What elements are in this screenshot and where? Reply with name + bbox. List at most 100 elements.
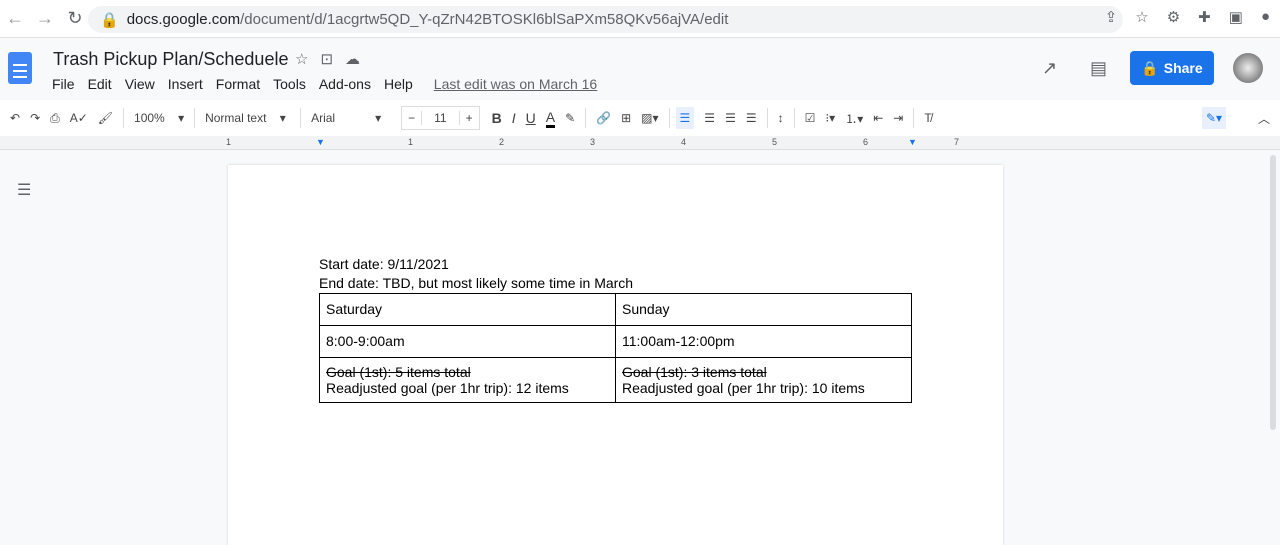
zoom-value: 100% (134, 111, 165, 125)
reload-icon[interactable]: ↻ (60, 8, 90, 29)
forward-icon[interactable]: → (30, 8, 60, 29)
print-icon[interactable]: ⎙ (50, 111, 60, 126)
readjusted-goal: Readjusted goal (per 1hr trip): 10 items (622, 380, 865, 396)
url-domain: docs.google.com (126, 11, 241, 28)
schedule-table: Saturday Sunday 8:00-9:00am 11:00am-12:00p… (319, 293, 912, 403)
last-edit-link[interactable]: Last edit was on March 16 (434, 76, 597, 92)
url-path: /document/d/1acgrtw5QD_Y-qZrN42BTOSKl6bl… (240, 11, 729, 28)
lock-icon: 🔒 (100, 11, 119, 29)
ruler-tick: 1 (226, 137, 232, 147)
numbered-list-icon[interactable]: ⒈▾ (845, 110, 863, 127)
docs-logo[interactable] (8, 52, 32, 84)
bold-icon[interactable]: B (492, 110, 502, 126)
ruler[interactable]: 1 ▼ 1 2 3 4 5 6 ▼ 7 (0, 136, 1280, 150)
menu-format[interactable]: Format (216, 76, 260, 92)
menu-edit[interactable]: Edit (88, 76, 112, 92)
move-folder-icon[interactable]: ⊡ (320, 50, 333, 68)
browser-bar: ← → ↻ 🔒 docs.google.com/document/d/1acgr… (0, 0, 1280, 38)
font-value: Arial (311, 111, 336, 125)
table-cell[interactable]: Goal (1st): 3 items total Readjusted goal… (615, 357, 912, 403)
ruler-tick: 7 (954, 137, 960, 147)
original-goal: Goal (1st): 5 items total (326, 364, 471, 380)
table-row: 8:00-9:00am 11:00am-12:00pm (319, 325, 912, 358)
image-icon[interactable]: ▨▾ (641, 111, 658, 125)
cloud-status-icon[interactable]: ☁ (345, 50, 360, 68)
font-size-input[interactable]: 11 (421, 111, 460, 125)
table-cell[interactable]: Goal (1st): 5 items total Readjusted goal… (319, 357, 616, 403)
underline-icon[interactable]: U (526, 110, 536, 126)
ruler-tick: 2 (499, 137, 505, 147)
original-goal: Goal (1st): 3 items total (622, 364, 767, 380)
table-row: Goal (1st): 5 items total Readjusted goal… (319, 357, 912, 403)
doc-title[interactable]: Trash Pickup Plan/Scheduele (53, 49, 288, 70)
increase-size-button[interactable]: + (460, 111, 479, 125)
decrease-indent-icon[interactable]: ⇤ (873, 111, 883, 125)
undo-icon[interactable]: ↶ (10, 111, 20, 125)
right-indent-icon[interactable]: ▼ (908, 137, 917, 147)
document-page[interactable]: Start date: 9/11/2021 End date: TBD, but… (228, 165, 1003, 545)
activity-icon[interactable]: ↗ (1042, 58, 1057, 79)
menu-help[interactable]: Help (384, 76, 413, 92)
justify-icon[interactable]: ☰ (746, 111, 757, 125)
menu-bar: File Edit View Insert Format Tools Add-o… (52, 76, 597, 92)
comment-icon[interactable]: ⊞ (621, 111, 631, 125)
bookmark-star-icon[interactable]: ☆ (1135, 8, 1148, 26)
line-spacing-icon[interactable]: ↕ (778, 111, 784, 125)
menu-insert[interactable]: Insert (168, 76, 203, 92)
table-cell[interactable]: 8:00-9:00am (319, 325, 616, 358)
ruler-tick: 5 (772, 137, 778, 147)
menu-file[interactable]: File (52, 76, 75, 92)
lock-icon: 🔒 (1141, 59, 1159, 76)
increase-indent-icon[interactable]: ⇥ (893, 111, 903, 125)
redo-icon[interactable]: ↷ (30, 111, 40, 125)
ruler-tick: 4 (681, 137, 687, 147)
paint-format-icon[interactable]: 🖌 (98, 111, 113, 125)
link-icon[interactable]: 🔗 (596, 111, 611, 125)
start-date: Start date: 9/11/2021 (319, 256, 449, 272)
editing-mode-icon[interactable]: ✎▾ (1202, 107, 1227, 129)
share-label: Share (1163, 60, 1203, 76)
table-cell[interactable]: Saturday (319, 293, 616, 326)
back-icon[interactable]: ← (0, 8, 30, 29)
share-page-icon[interactable]: ⇪ (1105, 8, 1118, 26)
table-row: Saturday Sunday (319, 293, 912, 326)
bullet-list-icon[interactable]: ⁝▾ (825, 111, 835, 125)
table-cell[interactable]: Sunday (615, 293, 912, 326)
align-right-icon[interactable]: ☰ (725, 111, 736, 125)
spellcheck-icon[interactable]: A✓ (70, 111, 88, 125)
share-button[interactable]: 🔒 Share (1130, 51, 1214, 85)
puzzle-icon[interactable]: ✚ (1198, 8, 1211, 26)
star-icon[interactable]: ☆ (295, 50, 308, 68)
menu-tools[interactable]: Tools (273, 76, 306, 92)
italic-icon[interactable]: I (512, 110, 516, 126)
align-center-icon[interactable]: ☰ (704, 111, 715, 125)
readjusted-goal: Readjusted goal (per 1hr trip): 12 items (326, 380, 569, 396)
comments-icon[interactable]: ▤ (1090, 58, 1107, 79)
scrollbar[interactable] (1270, 155, 1276, 430)
address-bar[interactable]: 🔒 docs.google.com/document/d/1acgrtw5QD_… (88, 6, 1123, 33)
menu-view[interactable]: View (125, 76, 155, 92)
outline-icon[interactable]: ☰ (17, 180, 31, 200)
ruler-tick: 6 (863, 137, 869, 147)
style-select[interactable]: Normal text ▾ (205, 111, 290, 125)
extension-icon[interactable]: ⚙ (1167, 8, 1180, 26)
profile-icon[interactable]: ● (1261, 8, 1270, 26)
checklist-icon[interactable]: ☑ (805, 111, 816, 125)
ruler-tick: 1 (408, 137, 414, 147)
align-left-icon[interactable]: ☰ (675, 107, 695, 129)
decrease-size-button[interactable]: − (402, 111, 421, 125)
left-indent-icon[interactable]: ▼ (316, 137, 325, 147)
zoom-select[interactable]: 100% ▾ (134, 111, 184, 125)
clear-format-icon[interactable]: T̸ (924, 111, 931, 125)
sidebar-icon[interactable]: ▣ (1229, 8, 1243, 26)
avatar[interactable] (1233, 53, 1263, 83)
collapse-icon[interactable]: ︿ (1258, 110, 1270, 127)
toolbar: ↶ ↷ ⎙ A✓ 🖌 100% ▾ Normal text ▾ Arial ▾ −11 + … (0, 100, 1280, 136)
ruler-tick: 3 (590, 137, 596, 147)
highlight-icon[interactable]: ✎ (565, 111, 575, 125)
end-date: End date: TBD, but most likely some time… (319, 275, 634, 291)
text-color-icon[interactable]: A (545, 109, 556, 128)
menu-addons[interactable]: Add-ons (319, 76, 371, 92)
table-cell[interactable]: 11:00am-12:00pm (615, 325, 912, 358)
font-select[interactable]: Arial ▾ (311, 111, 391, 125)
